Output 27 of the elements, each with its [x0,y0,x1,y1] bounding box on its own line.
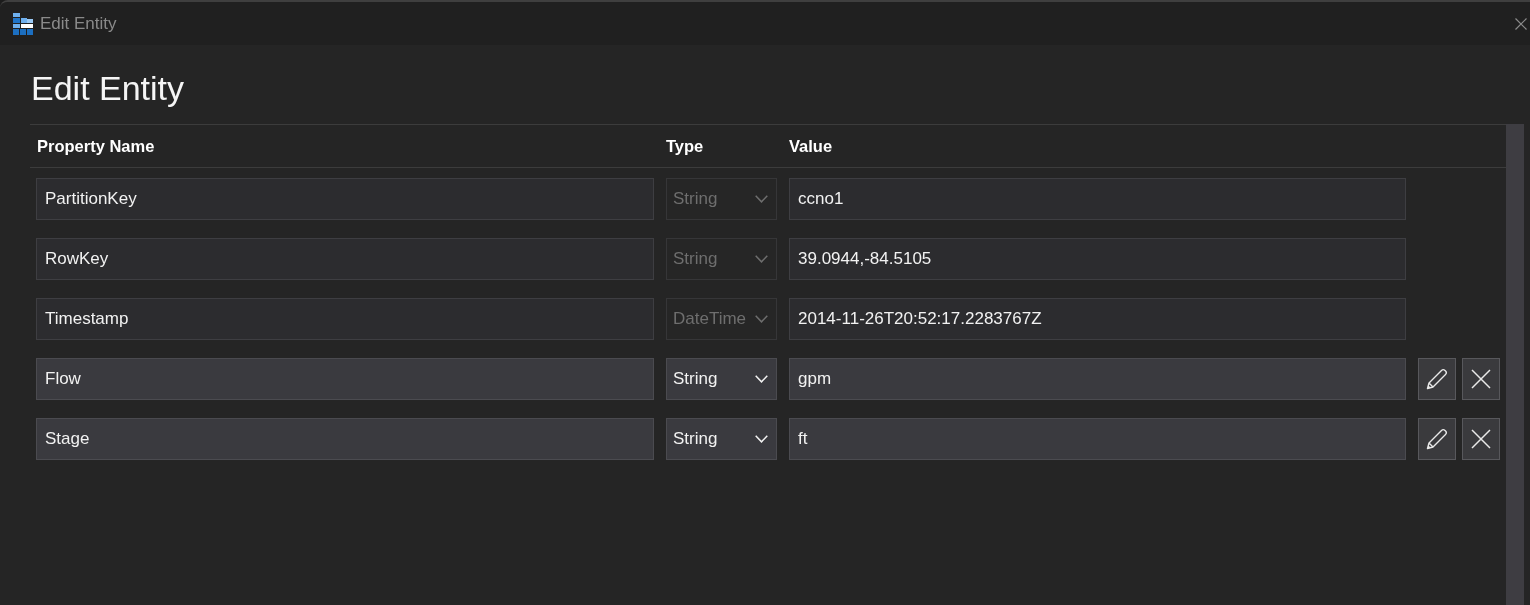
column-header: Value [789,136,834,156]
pencil-icon [1425,367,1449,391]
delete-button[interactable] [1462,418,1500,460]
name-field[interactable]: Flow [36,358,654,400]
type-dropdown[interactable]: String [666,418,777,460]
value-field[interactable]: ft [789,418,1406,460]
chevron-down-icon [755,435,768,443]
edit-button[interactable] [1418,358,1456,400]
value-field[interactable]: gpm [789,358,1406,400]
chevron-down-icon [755,255,768,263]
edit-button[interactable] [1418,418,1456,460]
close-icon [1515,17,1527,30]
chevron-down-icon [755,375,768,383]
column-header: Property Name [36,136,156,156]
cross-icon [1471,369,1491,389]
chevron-down-icon [755,195,768,203]
name-field[interactable]: Stage [36,418,654,460]
page-heading: Edit Entity [30,68,186,109]
window-title: Edit Entity [40,13,117,34]
pencil-icon [1425,427,1449,451]
cross-icon [1471,429,1491,449]
type-dropdown[interactable]: String [666,358,777,400]
delete-button[interactable] [1462,358,1500,400]
scrollbar[interactable] [1506,124,1524,605]
column-header: Type [666,136,705,156]
chevron-down-icon [755,315,768,323]
app-icon [12,12,34,35]
